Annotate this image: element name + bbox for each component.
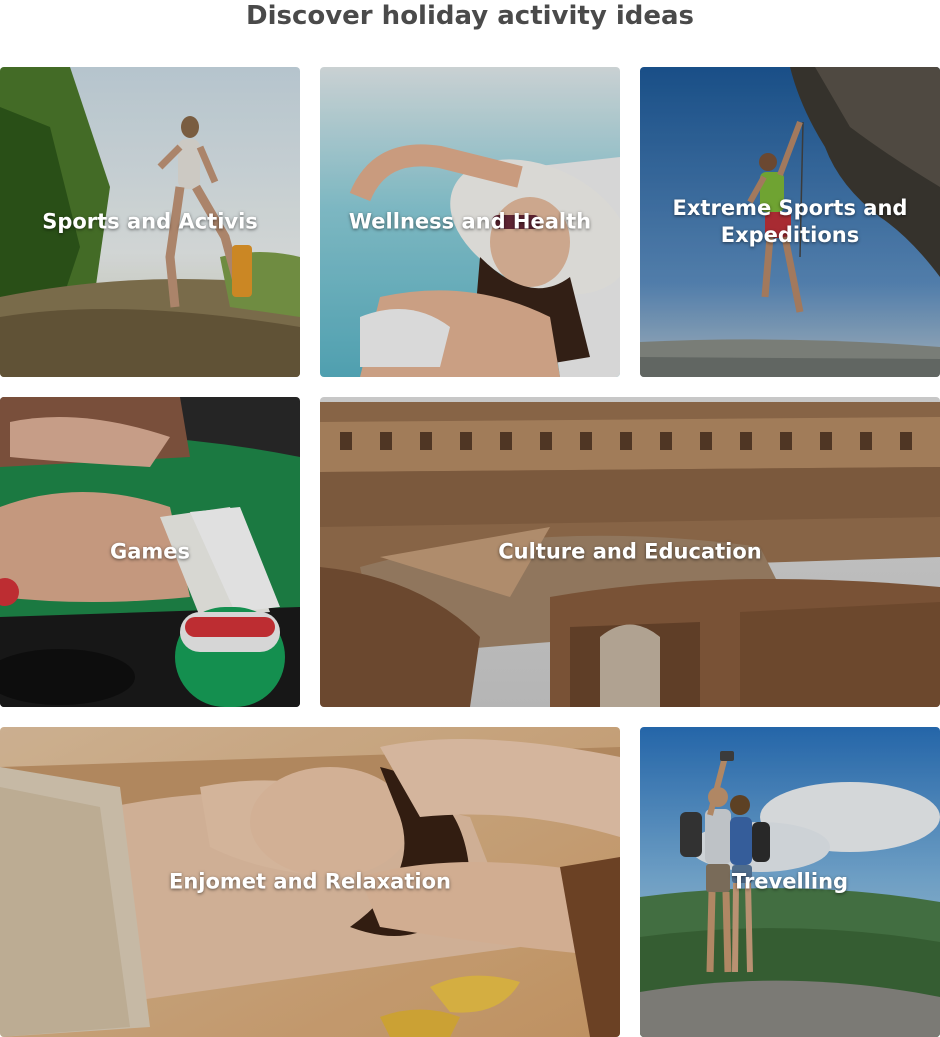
activity-label: Sports and Activis	[42, 209, 258, 234]
activity-card-sports[interactable]: Sports and Activis	[0, 67, 300, 377]
activity-card-relaxation[interactable]: Enjomet and Relaxation	[0, 727, 620, 1037]
activity-label: Extreme Sports and Expeditions	[672, 196, 908, 247]
page-title: Discover holiday activity ideas	[245, 1, 695, 31]
activity-card-culture[interactable]: Culture and Education	[320, 397, 940, 707]
activity-label: Culture and Education	[498, 539, 762, 564]
activity-card-wellness[interactable]: Wellness and Health	[320, 67, 620, 377]
activity-card-games[interactable]: Games	[0, 397, 300, 707]
activity-label: Wellness and Health	[348, 209, 592, 234]
activity-card-extreme[interactable]: Extreme Sports and Expeditions	[640, 67, 940, 377]
activity-label: Trevelling	[731, 869, 849, 894]
activity-card-travelling[interactable]: Trevelling	[640, 727, 940, 1037]
activity-label: Enjomet and Relaxation	[169, 869, 451, 894]
activity-label: Games	[109, 539, 191, 564]
